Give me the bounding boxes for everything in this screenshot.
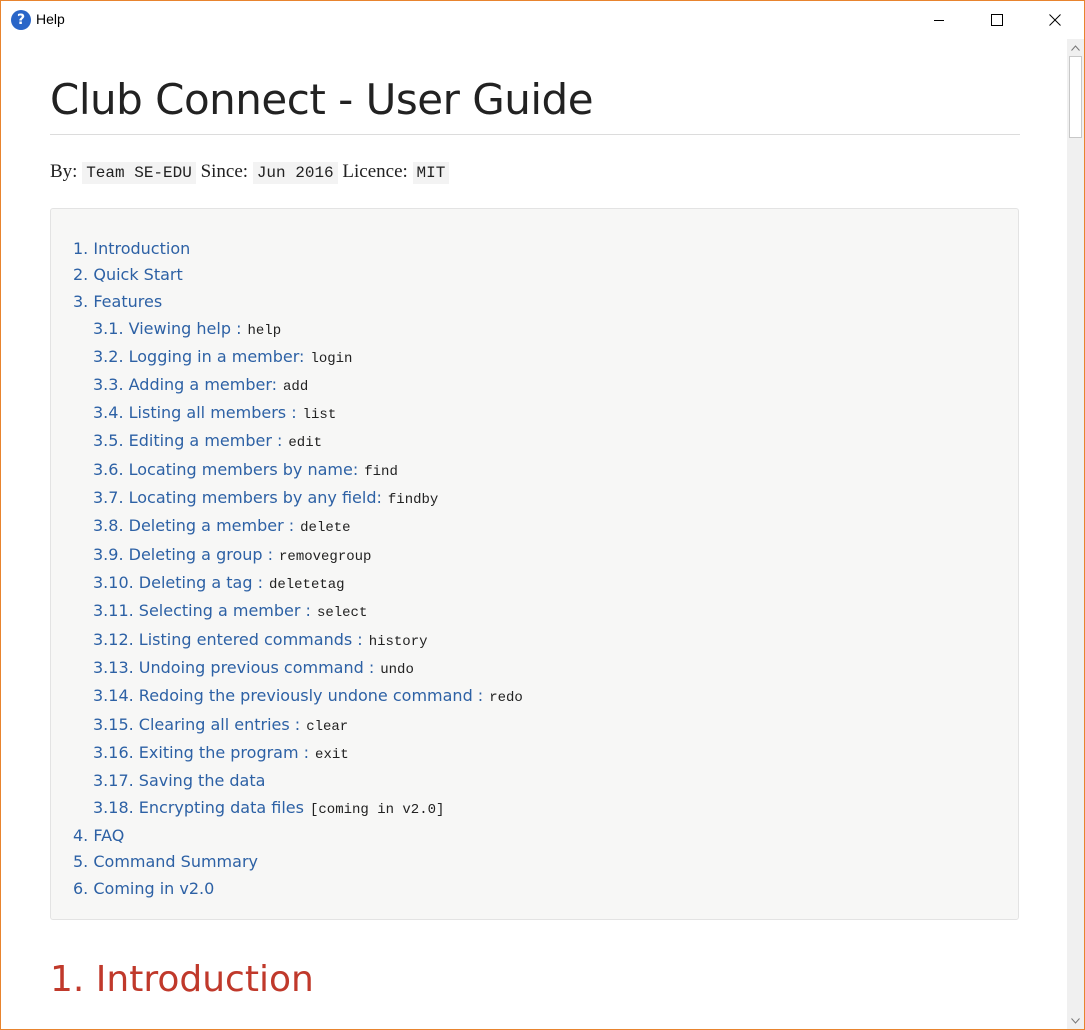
toc-link-label: 3.14. Redoing the previously undone comm… (93, 686, 484, 705)
title-bar[interactable]: ? Help (1, 1, 1084, 39)
toc-link-label: 3.15. Clearing all entries : (93, 715, 301, 734)
toc-link-label: 3.6. Locating members by name: (93, 460, 359, 479)
toc-link[interactable]: 3.7. Locating members by any field: findb… (93, 488, 438, 508)
toc-link-label: 3.4. Listing all members : (93, 403, 297, 422)
toc-link[interactable]: 3.9. Deleting a group : removegroup (93, 545, 371, 565)
toc-link[interactable]: 3.17. Saving the data (93, 771, 265, 790)
toc-command-code: find (364, 464, 398, 480)
toc-command-code: deletetag (268, 577, 345, 593)
toc-link[interactable]: 3.2. Logging in a member: login (93, 347, 352, 367)
toc-link[interactable]: 3.11. Selecting a member : select (93, 601, 367, 621)
close-icon (1049, 14, 1061, 26)
toc-link-label: 3.16. Exiting the program : (93, 743, 310, 762)
toc-link[interactable]: 3.16. Exiting the program : exit (93, 743, 349, 763)
table-of-contents: 1. Introduction 2. Quick Start 3. Features… (50, 208, 1019, 920)
toc-command-code: clear (306, 719, 349, 735)
toc-link-label: 3.18. Encrypting data files (93, 798, 304, 817)
since-label: Since: (200, 161, 249, 182)
toc-link[interactable]: 2. Quick Start (73, 265, 183, 284)
toc-link[interactable]: 3.12. Listing entered commands : history (93, 630, 428, 650)
toc-link[interactable]: 3.3. Adding a member: add (93, 375, 308, 395)
toc-link[interactable]: 3.8. Deleting a member : delete (93, 516, 351, 536)
toc-command-code: list (302, 407, 337, 423)
introduction-text-clipped (50, 1022, 1020, 1029)
window-title: Help (36, 11, 65, 27)
since-value: Jun 2016 (252, 162, 338, 184)
toc-link-label: 3.8. Deleting a member : (93, 516, 295, 535)
title-divider (50, 134, 1020, 135)
toc-command-code: [coming in v2.0] (309, 802, 445, 818)
toc-command-code: select (316, 605, 368, 621)
toc-link-label: 3.2. Logging in a member: (93, 347, 305, 366)
scroll-up-arrow[interactable] (1067, 39, 1084, 56)
maximize-icon (991, 14, 1003, 26)
help-app-icon: ? (11, 10, 31, 30)
close-button[interactable] (1026, 1, 1084, 39)
scroll-thumb[interactable] (1069, 56, 1082, 138)
chevron-down-icon (1071, 1017, 1080, 1024)
licence-value: MIT (412, 162, 450, 184)
toc-command-code: findby (387, 492, 439, 508)
toc-link[interactable]: 6. Coming in v2.0 (73, 879, 214, 898)
licence-label: Licence: (342, 161, 408, 182)
toc-command-code: exit (315, 747, 349, 763)
toc-command-code: removegroup (279, 549, 372, 565)
help-content: Club Connect - User Guide By: Team SE-ED… (1, 39, 1067, 1029)
toc-link[interactable]: 3.4. Listing all members : list (93, 403, 336, 423)
maximize-button[interactable] (968, 1, 1026, 39)
by-value: Team SE-EDU (82, 162, 196, 184)
toc-link-label: 2. Quick Start (73, 265, 183, 284)
toc-link-label: 3.3. Adding a member: (93, 375, 278, 394)
vertical-scrollbar[interactable] (1067, 39, 1084, 1029)
toc-link-label: 3. Features (73, 292, 163, 311)
toc-link-label: 3.9. Deleting a group : (93, 545, 274, 564)
toc-link-label: 3.7. Locating members by any field: (93, 488, 382, 507)
toc-command-code: help (247, 323, 282, 339)
toc-link-label: 5. Command Summary (73, 852, 258, 871)
by-label: By: (50, 161, 78, 182)
toc-link[interactable]: 1. Introduction (73, 239, 190, 258)
toc-command-code: undo (380, 662, 414, 678)
toc-link[interactable]: 3. Features (73, 292, 162, 311)
toc-command-code: redo (489, 690, 523, 706)
toc-command-code: delete (300, 520, 351, 536)
toc-link[interactable]: 3.15. Clearing all entries : clear (93, 715, 348, 735)
toc-command-code: add (283, 379, 309, 395)
toc-link[interactable]: 3.18. Encrypting data files [coming in v2… (93, 798, 444, 818)
toc-link[interactable]: 3.1. Viewing help : help (93, 319, 281, 339)
toc-link[interactable]: 4. FAQ (73, 826, 124, 845)
toc-link-label: 3.13. Undoing previous command : (93, 658, 375, 677)
toc-command-code: history (368, 634, 428, 650)
toc-link[interactable]: 3.13. Undoing previous command : undo (93, 658, 414, 678)
toc-link[interactable]: 5. Command Summary (73, 852, 258, 871)
toc-link-label: 3.10. Deleting a tag : (93, 573, 263, 592)
toc-command-code: login (310, 351, 353, 367)
toc-link[interactable]: 3.5. Editing a member : edit (93, 431, 322, 451)
help-window: ? Help Club Connect - User Guide By: Tea… (0, 0, 1085, 1030)
minimize-icon (934, 20, 944, 21)
toc-command-code: edit (288, 435, 322, 451)
chevron-up-icon (1071, 44, 1080, 51)
toc-link-label: 3.11. Selecting a member : (93, 601, 311, 620)
byline: By: Team SE-EDU Since: Jun 2016 Licence:… (50, 161, 450, 184)
minimize-button[interactable] (910, 1, 968, 39)
section-heading-introduction: 1. Introduction (50, 959, 314, 1000)
toc-link-label: 3.17. Saving the data (93, 771, 266, 790)
toc-link-label: 6. Coming in v2.0 (73, 879, 215, 898)
toc-link-label: 3.5. Editing a member : (93, 431, 283, 450)
toc-link-label: 3.12. Listing entered commands : (93, 630, 363, 649)
toc-link-label: 4. FAQ (73, 826, 125, 845)
toc-link[interactable]: 3.14. Redoing the previously undone comm… (93, 686, 523, 706)
page-title: Club Connect - User Guide (50, 75, 594, 124)
scroll-down-arrow[interactable] (1067, 1012, 1084, 1029)
toc-link[interactable]: 3.6. Locating members by name: find (93, 460, 398, 480)
toc-link-label: 3.1. Viewing help : (93, 319, 242, 338)
toc-link-label: 1. Introduction (73, 239, 191, 258)
toc-link[interactable]: 3.10. Deleting a tag : deletetag (93, 573, 345, 593)
